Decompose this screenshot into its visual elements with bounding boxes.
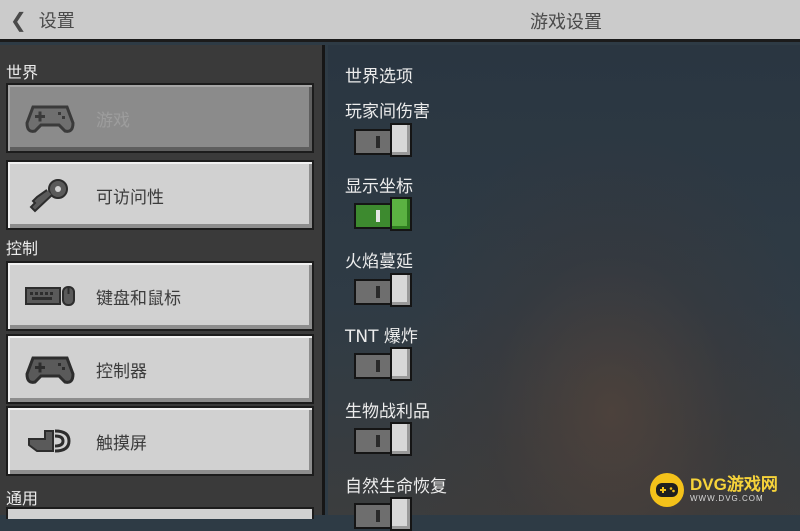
- sidebar-item-label: 键盘和鼠标: [96, 288, 181, 309]
- sidebar-item-label: 触摸屏: [96, 433, 147, 454]
- option-label-pvp: 玩家间伤害: [345, 102, 430, 122]
- sidebar-item-label: 控制器: [96, 361, 147, 382]
- sidebar: 世界 游戏 可访问性 控制 键盘和鼠标 控制器 触摸屏 通用: [0, 45, 325, 519]
- keyboard-mouse-icon: [24, 276, 76, 316]
- toggle-fire-spread[interactable]: [354, 273, 414, 307]
- toggle-natural-regen[interactable]: [354, 497, 414, 531]
- toggle-mob-loot[interactable]: [354, 422, 414, 456]
- sidebar-item-keyboard-mouse[interactable]: 键盘和鼠标: [6, 261, 314, 331]
- option-label-natural-regen: 自然生命恢复: [345, 477, 447, 497]
- watermark: DVG游戏网 WWW.DVG.COM: [650, 470, 800, 510]
- back-button[interactable]: ❮ 设置: [10, 8, 75, 32]
- section-label-controls: 控制: [6, 239, 39, 258]
- section-label-general: 通用: [6, 489, 39, 508]
- toggle-coordinates[interactable]: [354, 197, 414, 231]
- page-title: 游戏设置: [530, 12, 602, 33]
- toggle-knob: [390, 273, 412, 307]
- top-bar: ❮ 设置 游戏设置: [0, 0, 800, 42]
- toggle-pvp[interactable]: [354, 123, 414, 157]
- sidebar-item-label: 可访问性: [96, 187, 164, 208]
- section-title: 世界选项: [345, 67, 413, 87]
- options-panel: 世界选项 玩家间伤害 显示坐标 火焰蔓延 TNT 爆炸 生物战利品 自然生命恢复: [328, 45, 800, 531]
- key-icon: [24, 175, 76, 215]
- chevron-left-icon: ❮: [10, 8, 27, 32]
- sidebar-item-label: 游戏: [96, 110, 130, 131]
- toggle-knob: [390, 123, 412, 157]
- toggle-knob: [390, 422, 412, 456]
- toggle-knob: [390, 197, 412, 231]
- toggle-knob: [390, 347, 412, 381]
- controller-icon: [24, 349, 76, 389]
- sidebar-item-touch[interactable]: 触摸屏: [6, 406, 314, 476]
- watermark-url: WWW.DVG.COM: [690, 494, 764, 503]
- option-label-fire-spread: 火焰蔓延: [345, 252, 413, 272]
- sidebar-item-controller[interactable]: 控制器: [6, 334, 314, 404]
- watermark-text: DVG游戏网: [690, 475, 778, 494]
- sidebar-item-accessibility[interactable]: 可访问性: [6, 160, 314, 230]
- touch-icon: [24, 421, 76, 461]
- sidebar-item-partial[interactable]: [6, 507, 314, 519]
- sidebar-item-game[interactable]: 游戏: [6, 83, 314, 153]
- option-label-tnt: TNT 爆炸: [345, 327, 418, 347]
- back-label: 设置: [38, 11, 75, 32]
- watermark-logo-icon: [650, 473, 684, 507]
- toggle-knob: [390, 497, 412, 531]
- option-label-mob-loot: 生物战利品: [345, 402, 430, 422]
- gamepad-icon: [24, 98, 76, 138]
- toggle-tnt[interactable]: [354, 347, 414, 381]
- option-label-coordinates: 显示坐标: [345, 177, 413, 197]
- section-label-world: 世界: [6, 63, 39, 82]
